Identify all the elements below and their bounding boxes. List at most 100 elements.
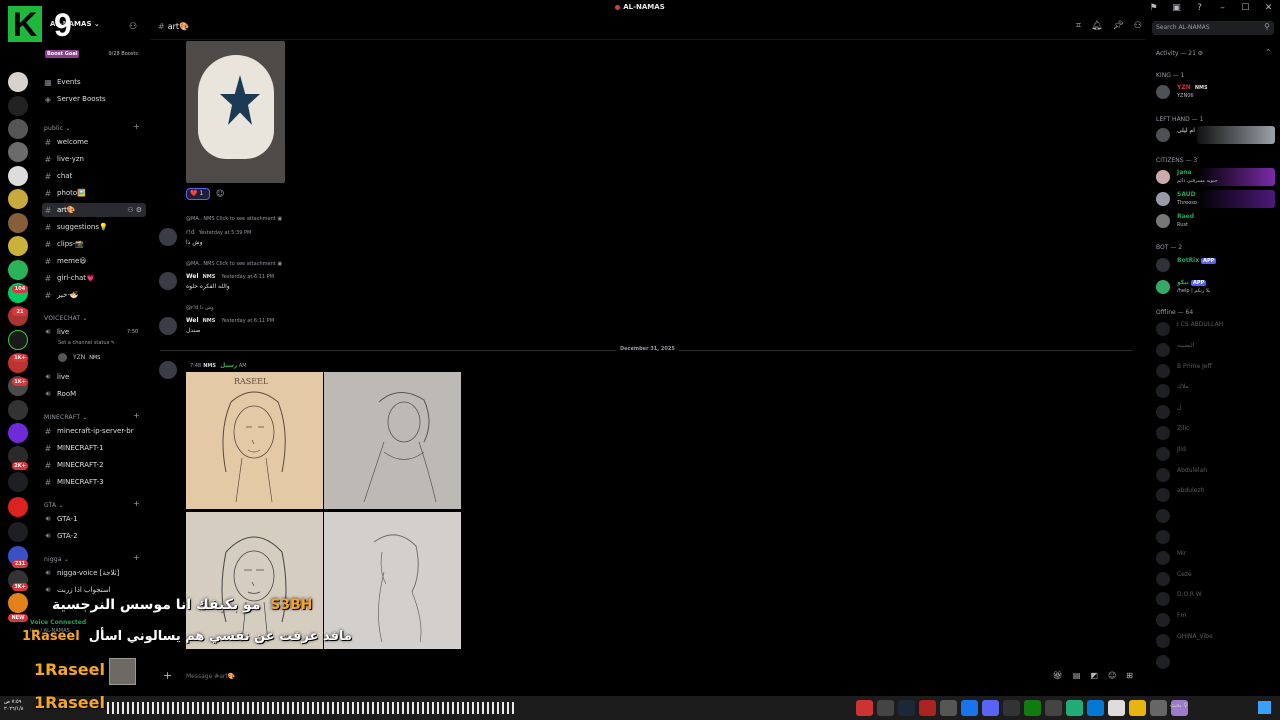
member-item[interactable]: SAUD Threoso (1153, 189, 1277, 209)
category-voicechat[interactable]: VOICECHAT ⌄ (44, 315, 88, 322)
server-icon[interactable] (8, 423, 28, 443)
add-channel-icon[interactable]: + (133, 553, 140, 562)
help-icon[interactable]: ? (1188, 0, 1211, 16)
sketch-image[interactable]: RASEEL (186, 372, 323, 509)
member-item-offline[interactable]: Zillc (1153, 423, 1277, 443)
member-item-offline[interactable]: ملاك (1153, 381, 1277, 401)
server-boosts-item[interactable]: ◈ Server Boosts (42, 92, 146, 106)
member-item[interactable]: BotRix APP (1153, 255, 1277, 275)
member-item-offline[interactable]: Ceze (1153, 569, 1277, 589)
app-icon[interactable] (1045, 700, 1062, 716)
reaction-heart[interactable]: ❤️ 1 (186, 188, 210, 200)
edge-icon[interactable] (1087, 700, 1104, 716)
xbox-icon[interactable] (1024, 700, 1041, 716)
voice-channel-room[interactable]: 🔊︎ RooM (42, 387, 146, 401)
app-icon[interactable] (856, 700, 873, 716)
channel-minecraft-2[interactable]: # MINECRAFT-2 (42, 458, 146, 472)
attachment-image[interactable] (186, 41, 285, 183)
server-icon[interactable] (8, 142, 28, 162)
channel-welcome[interactable]: # welcome (42, 135, 146, 149)
events-item[interactable]: ▦ Events (42, 75, 146, 89)
member-item[interactable]: YZN NMS YZN06 (1153, 82, 1277, 102)
member-item-offline[interactable]: D.O.R.W (1153, 589, 1277, 609)
message-author[interactable]: رسيل NMS7:48 AM (186, 362, 247, 369)
message-author[interactable]: r!d Yesterday at 5:39 PM (186, 229, 251, 236)
voice-channel-gta-1[interactable]: 🔊︎ GTA-1 (42, 512, 146, 526)
member-item-offline[interactable] (1153, 527, 1277, 547)
server-icon[interactable] (8, 72, 28, 92)
collapse-caret-icon[interactable]: ⌃ (1265, 48, 1272, 57)
settings-icon[interactable]: ⚇ ⚙ (127, 206, 142, 214)
channel-chat[interactable]: # chat (42, 169, 146, 183)
sketch-image[interactable] (324, 372, 461, 509)
avatar[interactable] (159, 361, 177, 379)
server-icon[interactable] (8, 593, 28, 613)
upload-plus-icon[interactable]: + (163, 669, 172, 682)
channel-live-yzn[interactable]: # live-yzn (42, 152, 146, 166)
voice-channel-gta-2[interactable]: 🔊︎ GTA-2 (42, 529, 146, 543)
maximize-button[interactable]: ☐ (1234, 0, 1257, 16)
member-item-offline[interactable] (1153, 506, 1277, 526)
add-channel-icon[interactable]: + (133, 411, 140, 420)
server-icon[interactable] (8, 472, 28, 492)
close-button[interactable]: ✕ (1257, 0, 1280, 16)
activity-header[interactable]: Activity — 21 ⚙ (1156, 50, 1203, 57)
boost-progress[interactable]: Boost Goal 9/28 Boosts (43, 47, 140, 63)
channel-clips[interactable]: # clips-📸 (42, 237, 146, 251)
steam-icon[interactable] (898, 700, 915, 716)
member-item-offline[interactable]: Fm (1153, 610, 1277, 630)
member-item-offline[interactable]: B Prime Jeff (1153, 361, 1277, 381)
apps-icon[interactable]: ⊞ (1126, 671, 1133, 680)
member-item-offline[interactable]: ل (1153, 402, 1277, 422)
reply-preview[interactable]: @r!d وش ذا (186, 305, 214, 311)
add-channel-icon[interactable]: + (133, 122, 140, 131)
store-icon[interactable] (1108, 700, 1125, 716)
reply-preview[interactable]: @MA.. NMS Click to see attachment ▣ (186, 216, 282, 222)
member-item-offline[interactable]: Jlld (1153, 444, 1277, 464)
server-icon[interactable] (8, 497, 28, 517)
member-item-offline[interactable]: Mir (1153, 548, 1277, 568)
bell-icon[interactable]: 🔔︎ (1091, 21, 1102, 31)
channel-khair[interactable]: # خير-🍜 (42, 288, 146, 302)
pin-icon[interactable]: 📌︎ (1112, 21, 1123, 31)
server-icon[interactable] (8, 400, 28, 420)
search-input[interactable]: Search AL-NAMAS ⚲ (1152, 21, 1274, 35)
member-item-offline[interactable]: البضيبه (1153, 340, 1277, 360)
composer-input[interactable]: Message #art🎨 (186, 673, 235, 680)
server-icon[interactable] (8, 522, 28, 542)
server-icon[interactable] (8, 96, 28, 116)
channel-meme[interactable]: # meme😃 (42, 254, 146, 268)
app-icon[interactable] (961, 700, 978, 716)
inbox-icon[interactable]: ▣ (1165, 0, 1188, 16)
app-icon[interactable] (919, 700, 936, 716)
app-icon[interactable] (940, 700, 957, 716)
channel-status[interactable]: Set a channel status ✎ (58, 340, 115, 346)
sticker-icon[interactable]: ◩ (1090, 671, 1098, 680)
reply-preview[interactable]: @MA.. NMS Click to see attachment ▣ (186, 261, 282, 267)
discord-icon[interactable] (982, 700, 999, 716)
avatar[interactable] (159, 272, 177, 290)
members-icon[interactable]: ⚇ (1134, 21, 1142, 31)
channel-girl-chat[interactable]: # girl-chat💗 (42, 271, 146, 285)
category-minecraft[interactable]: MINECRAFT ⌄ (44, 414, 88, 421)
voice-channel-live-2[interactable]: 🔊︎ live (42, 370, 146, 384)
folder-icon[interactable] (1129, 700, 1146, 716)
channel-photo[interactable]: # photo🖼️ (42, 186, 146, 200)
add-reaction-icon[interactable]: ☺ (216, 189, 224, 198)
member-item[interactable]: ام ليلى (1153, 125, 1277, 145)
server-icon[interactable] (8, 166, 28, 186)
avatar[interactable] (159, 228, 177, 246)
gift-icon[interactable]: 🎁︎ (1053, 671, 1063, 680)
server-icon[interactable] (8, 213, 28, 233)
channel-minecraft-3[interactable]: # MINECRAFT-3 (42, 475, 146, 489)
voice-channel-interrogation[interactable]: 🔊︎ استجواب اذا زربت (42, 583, 146, 597)
member-item-offline[interactable]: Abdulelah (1153, 465, 1277, 485)
app-icon[interactable] (1066, 700, 1083, 716)
minimize-button[interactable]: – (1211, 0, 1234, 16)
message-author[interactable]: Wel NMS Yesterday at 6:11 PM (186, 317, 274, 324)
channel-art[interactable]: # art🎨 ⚇ ⚙ (42, 203, 146, 217)
channel-suggestions[interactable]: # suggestions💡 (42, 220, 146, 234)
voice-user[interactable]: YZN NMS (58, 353, 102, 362)
category-nigga[interactable]: nigga ⌄ (44, 556, 69, 563)
channel-minecraft-ip[interactable]: # minecraft-ip-server-br (42, 424, 146, 438)
